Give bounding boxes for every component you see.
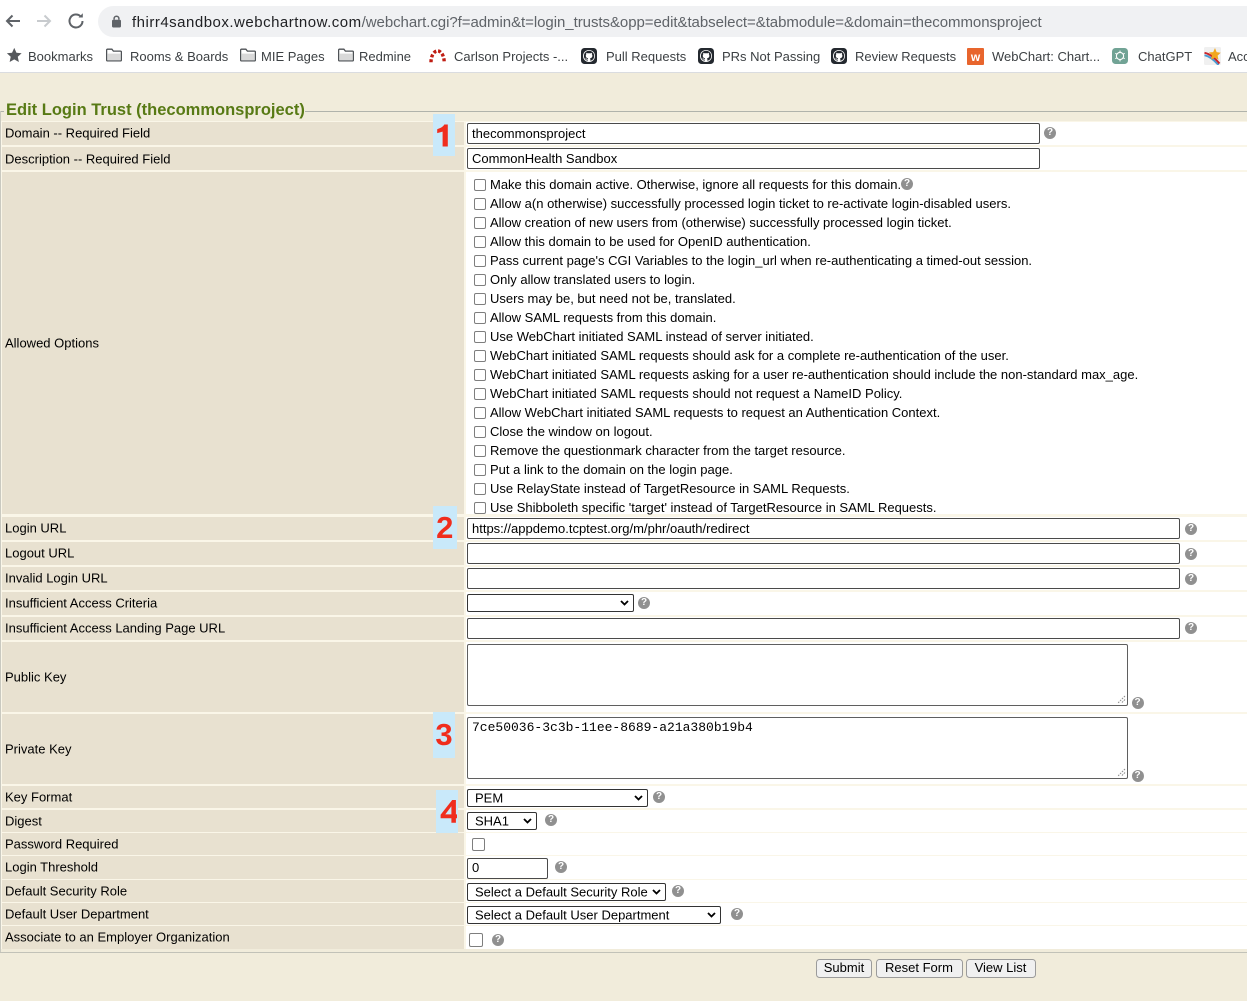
svg-text:w: w <box>970 50 981 64</box>
